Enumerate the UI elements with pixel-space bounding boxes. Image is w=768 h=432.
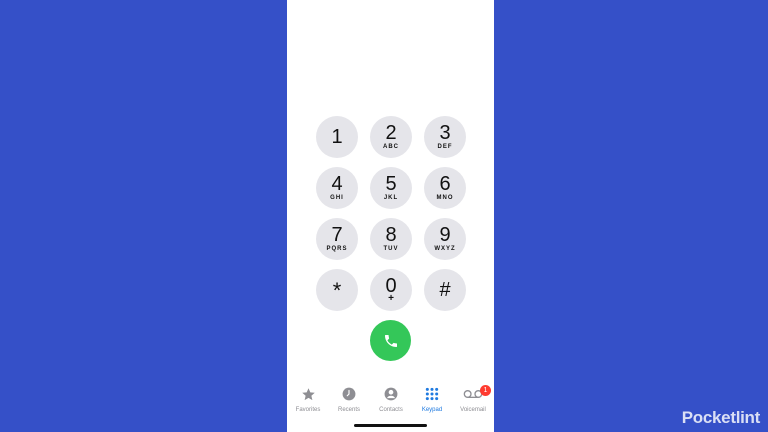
tab-label: Contacts xyxy=(379,407,403,413)
home-indicator xyxy=(354,424,427,427)
tab-keypad[interactable]: Keypad xyxy=(411,386,453,416)
key-2[interactable]: 2 ABC xyxy=(370,116,412,158)
key-digit: 7 xyxy=(331,224,343,246)
key-letters: ABC xyxy=(383,144,399,150)
key-8[interactable]: 8 TUV xyxy=(370,218,412,260)
key-digit: 4 xyxy=(331,173,343,195)
tab-favorites[interactable]: Favorites xyxy=(287,386,329,416)
tab-bar: Favorites Recents Contacts Keypad 1 Voic… xyxy=(287,385,494,422)
key-digit: 2 xyxy=(385,122,397,144)
key-digit: # xyxy=(439,279,451,301)
key-7[interactable]: 7 PQRS xyxy=(316,218,358,260)
key-digit: 6 xyxy=(439,173,451,195)
tab-label: Keypad xyxy=(421,407,443,413)
voicemail-badge: 1 xyxy=(480,385,491,396)
tab-label: Voicemail xyxy=(460,407,486,413)
key-letters: WXYZ xyxy=(434,246,456,252)
call-button[interactable] xyxy=(370,320,411,361)
key-digit: 1 xyxy=(331,126,343,148)
key-9[interactable]: 9 WXYZ xyxy=(424,218,466,260)
key-hash[interactable]: # xyxy=(424,269,466,311)
tab-label: Recents xyxy=(337,407,360,413)
clock-icon xyxy=(342,387,356,401)
phone-screen: 1 2 ABC 3 DEF 4 GHI 5 JKL 6 MNO 7 PQRS 8… xyxy=(287,0,494,432)
key-letters: PQRS xyxy=(326,246,348,252)
star-icon xyxy=(301,387,315,400)
key-letters: TUV xyxy=(383,246,399,252)
tab-voicemail[interactable]: 1 Voicemail xyxy=(452,385,494,416)
key-letters: JKL xyxy=(383,195,399,201)
key-star[interactable]: * xyxy=(316,269,358,311)
tab-contacts[interactable]: Contacts xyxy=(370,386,412,416)
keypad-grid-icon xyxy=(425,387,439,401)
key-digit: 8 xyxy=(385,224,397,246)
key-0[interactable]: 0 + xyxy=(370,269,412,311)
tab-label: Favorites xyxy=(295,407,321,413)
phone-icon xyxy=(384,334,397,347)
key-letters: DEF xyxy=(437,144,453,150)
key-1[interactable]: 1 xyxy=(316,116,358,158)
key-digit: * xyxy=(332,278,342,303)
watermark: Pocketlint xyxy=(681,408,761,427)
key-letters: + xyxy=(388,293,394,304)
key-digit: 9 xyxy=(439,224,451,246)
key-6[interactable]: 6 MNO xyxy=(424,167,466,209)
keypad: 1 2 ABC 3 DEF 4 GHI 5 JKL 6 MNO 7 PQRS 8… xyxy=(287,0,494,432)
key-5[interactable]: 5 JKL xyxy=(370,167,412,209)
key-3[interactable]: 3 DEF xyxy=(424,116,466,158)
key-digit: 3 xyxy=(439,122,451,144)
key-letters: MNO xyxy=(436,195,454,201)
person-icon xyxy=(384,387,398,401)
key-digit: 5 xyxy=(385,173,397,195)
tab-recents[interactable]: Recents xyxy=(328,386,370,416)
key-letters: GHI xyxy=(330,195,344,201)
key-4[interactable]: 4 GHI xyxy=(316,167,358,209)
